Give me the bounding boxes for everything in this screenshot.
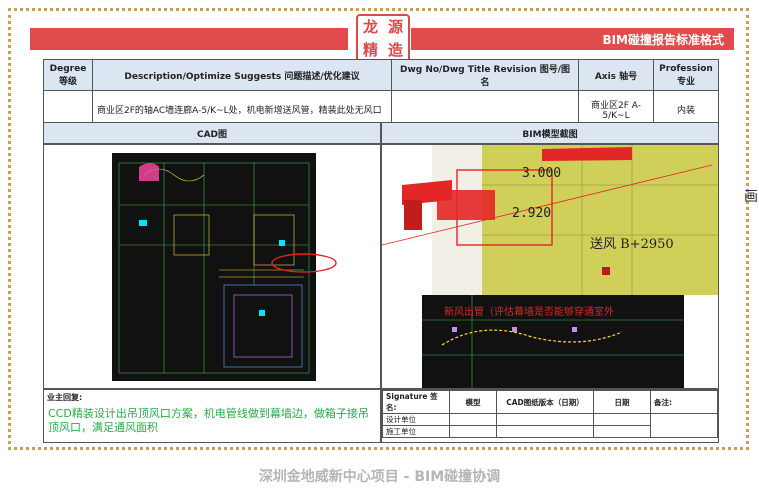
col-axis: Axis 轴号	[578, 59, 654, 91]
header-bar-right: BIM碰撞报告标准格式	[411, 28, 734, 50]
sig-construction-unit: 施工单位	[382, 425, 450, 438]
info-table: Degree 等级 Description/Optimize Suggests …	[43, 59, 719, 128]
col-profession: Profession 专业	[653, 59, 719, 91]
clash-report: Degree 等级 Description/Optimize Suggests …	[43, 59, 719, 443]
sig-date: 日期	[593, 390, 651, 414]
air-supply-label: 送风 B+2950	[590, 237, 674, 252]
report-title: BIM碰撞报告标准格式	[602, 32, 724, 47]
owner-reply-label: 业主回复:	[47, 393, 83, 402]
cad-note-label: 新风出管（评估幕墙是否能够穿通室外	[444, 305, 614, 318]
signature-table: Signature 签名: 模型 CAD图纸版本（日期） 日期 备注: 设计单位…	[382, 390, 718, 438]
sig-cad-version: CAD图纸版本（日期）	[496, 390, 594, 414]
sig-remarks: 备注:	[650, 390, 718, 414]
col-description: Description/Optimize Suggests 问题描述/优化建议	[92, 59, 392, 91]
sig-design-unit: 设计单位	[382, 413, 450, 426]
signature-box: Signature 签名: 模型 CAD图纸版本（日期） 日期 备注: 设计单位…	[381, 389, 719, 443]
bim-section-title: BIM模型截图	[381, 122, 719, 144]
sig-model: 模型	[449, 390, 497, 414]
project-footer: 深圳金地威新中心项目 - BIM碰撞协调	[258, 469, 501, 485]
sig-header: Signature 签名:	[382, 390, 450, 414]
cad-drawing	[112, 153, 337, 381]
owner-reply-box: 业主回复: CCD精装设计出吊顶风口方案，机电管线做到幕墙边，做箱子接吊顶风口，…	[43, 389, 381, 443]
company-logo: 龙 源 精 造	[356, 14, 410, 64]
elevation-label-2: 2.920	[512, 206, 551, 221]
cad-drawing-panel	[43, 144, 381, 389]
elevation-label-1: 3.000	[522, 166, 561, 181]
col-degree: Degree 等级	[43, 59, 93, 91]
bim-screenshot: 3.000 2.920 送风 B+2950 新风出管（评估幕墙是否能够穿通室外	[382, 145, 718, 388]
cad-section-title: CAD图	[43, 122, 381, 144]
col-dwg: Dwg No/Dwg Title Revision 图号/图名	[391, 59, 579, 91]
owner-reply-text: CCD精装设计出吊顶风口方案，机电管线做到幕墙边，做箱子接吊顶风口，满足通风面积	[48, 407, 369, 434]
side-glyph: 画	[744, 189, 758, 205]
bim-screenshot-panel: 3.000 2.920 送风 B+2950 新风出管（评估幕墙是否能够穿通室外	[381, 144, 719, 389]
header-bar-left	[30, 28, 348, 50]
